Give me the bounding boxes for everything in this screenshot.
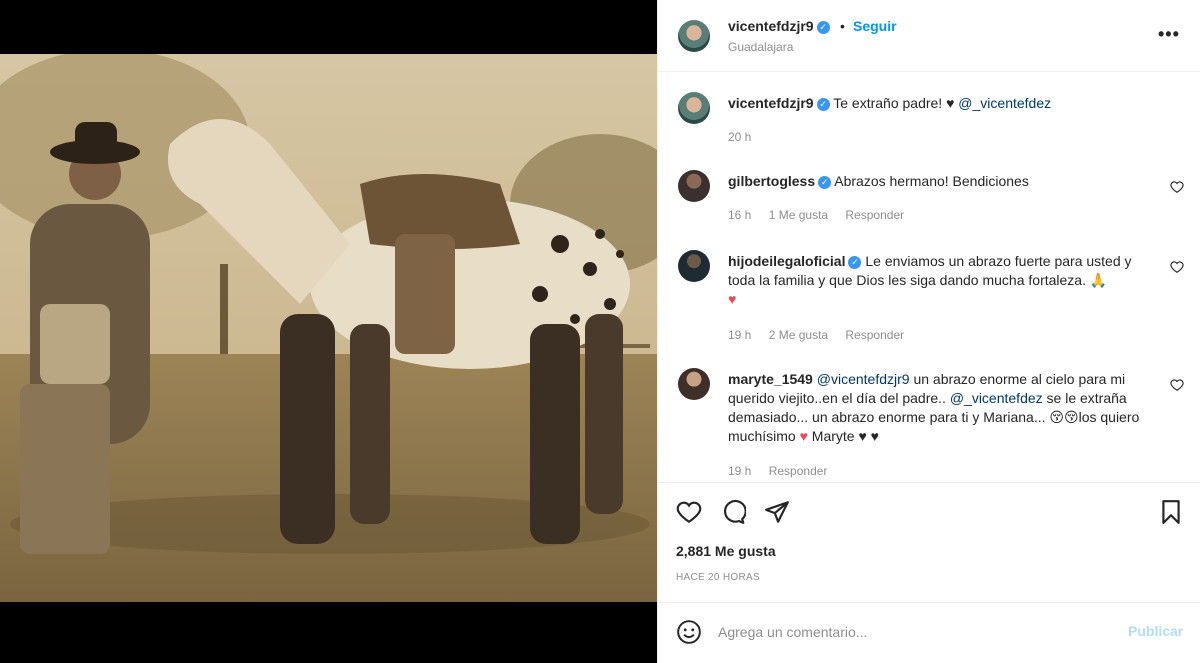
- comment-body: maryte_1549 @vicentefdzjr9 un abrazo eno…: [728, 370, 1148, 446]
- share-icon[interactable]: [764, 499, 790, 525]
- caption-mention[interactable]: @_vicentefdez: [958, 95, 1051, 111]
- comment-mention[interactable]: @vicentefdzjr9: [817, 371, 910, 387]
- comment-time: 19 h: [728, 328, 752, 342]
- comment-mention[interactable]: @_vicentefdez: [950, 390, 1043, 406]
- owner-avatar[interactable]: [678, 20, 710, 52]
- commenter-avatar[interactable]: [678, 368, 710, 400]
- commenter-avatar[interactable]: [678, 170, 710, 202]
- comment-body: gilbertogless ✓ Abrazos hermano! Bendicio…: [728, 172, 1148, 191]
- comment-likes[interactable]: 2 Me gusta: [769, 328, 828, 342]
- caption-body: vicentefdzjr9 ✓ Te extraño padre! ♥ @_vic…: [728, 94, 1148, 113]
- verified-badge-icon: ✓: [818, 176, 832, 189]
- heart-icon[interactable]: [676, 499, 702, 525]
- post-actions: 2,881 Me gusta HACE 20 HORAS: [658, 482, 1200, 608]
- red-heart-emoji: ♥: [728, 291, 737, 307]
- post-location[interactable]: Guadalajara: [728, 40, 793, 54]
- owner-username-text[interactable]: vicentefdzjr9: [728, 18, 814, 34]
- commenter-avatar[interactable]: [678, 250, 710, 282]
- verified-badge-icon: ✓: [816, 98, 830, 111]
- owner-username[interactable]: vicentefdzjr9 ✓: [728, 18, 830, 34]
- comment-signature: Maryte ♥ ♥: [811, 428, 879, 444]
- caption-meta: 20 h: [728, 130, 765, 144]
- caption-avatar[interactable]: [678, 92, 710, 124]
- bookmark-icon[interactable]: [1158, 499, 1184, 525]
- comment-time: 16 h: [728, 208, 752, 222]
- post-details-panel: vicentefdzjr9 ✓ • Seguir Guadalajara ••• …: [657, 0, 1200, 663]
- post-timestamp: HACE 20 HORAS: [676, 572, 760, 583]
- reply-button[interactable]: Responder: [769, 464, 828, 478]
- comments-list[interactable]: vicentefdzjr9 ✓ Te extraño padre! ♥ @_vic…: [658, 72, 1200, 482]
- caption-username[interactable]: vicentefdzjr9: [728, 95, 814, 111]
- comment-username[interactable]: maryte_1549: [728, 371, 813, 387]
- header-separator: •: [840, 18, 845, 34]
- comment-input[interactable]: [718, 621, 1118, 643]
- comment-icon[interactable]: [720, 499, 746, 525]
- post-header: vicentefdzjr9 ✓ • Seguir Guadalajara •••: [658, 0, 1200, 72]
- comment-like-heart-icon[interactable]: [1170, 378, 1184, 392]
- reply-button[interactable]: Responder: [845, 208, 904, 222]
- comment-meta: 19 h 2 Me gusta Responder: [728, 328, 918, 342]
- red-heart-emoji: ♥: [799, 428, 808, 444]
- comment-likes[interactable]: 1 Me gusta: [769, 208, 828, 222]
- caption-time: 20 h: [728, 130, 752, 144]
- post-photo[interactable]: [0, 54, 657, 602]
- reply-button[interactable]: Responder: [845, 328, 904, 342]
- comment-username[interactable]: hijodeilegaloficial: [728, 253, 845, 269]
- follow-button[interactable]: Seguir: [853, 18, 897, 34]
- comment-meta: 19 h Responder: [728, 464, 841, 478]
- comment-meta: 16 h 1 Me gusta Responder: [728, 208, 918, 222]
- comment-like-heart-icon[interactable]: [1170, 260, 1184, 274]
- comment-composer: Publicar: [658, 602, 1200, 663]
- publish-button[interactable]: Publicar: [1128, 623, 1183, 639]
- comment-body: hijodeilegaloficial ✓ Le enviamos un abra…: [728, 252, 1148, 309]
- caption-text: Te extraño padre! ♥: [833, 95, 955, 111]
- likes-count[interactable]: 2,881 Me gusta: [676, 543, 776, 559]
- sepia-photo-illustration: [0, 54, 657, 602]
- more-options-icon[interactable]: •••: [1158, 24, 1180, 45]
- verified-badge-icon: ✓: [848, 256, 862, 269]
- comment-like-heart-icon[interactable]: [1170, 180, 1184, 194]
- comment-username[interactable]: gilbertogless: [728, 173, 815, 189]
- post-media: [0, 0, 657, 663]
- comment-time: 19 h: [728, 464, 752, 478]
- comment-text: Abrazos hermano! Bendiciones: [834, 173, 1029, 189]
- verified-badge-icon: ✓: [816, 21, 830, 34]
- emoji-icon[interactable]: [676, 619, 702, 645]
